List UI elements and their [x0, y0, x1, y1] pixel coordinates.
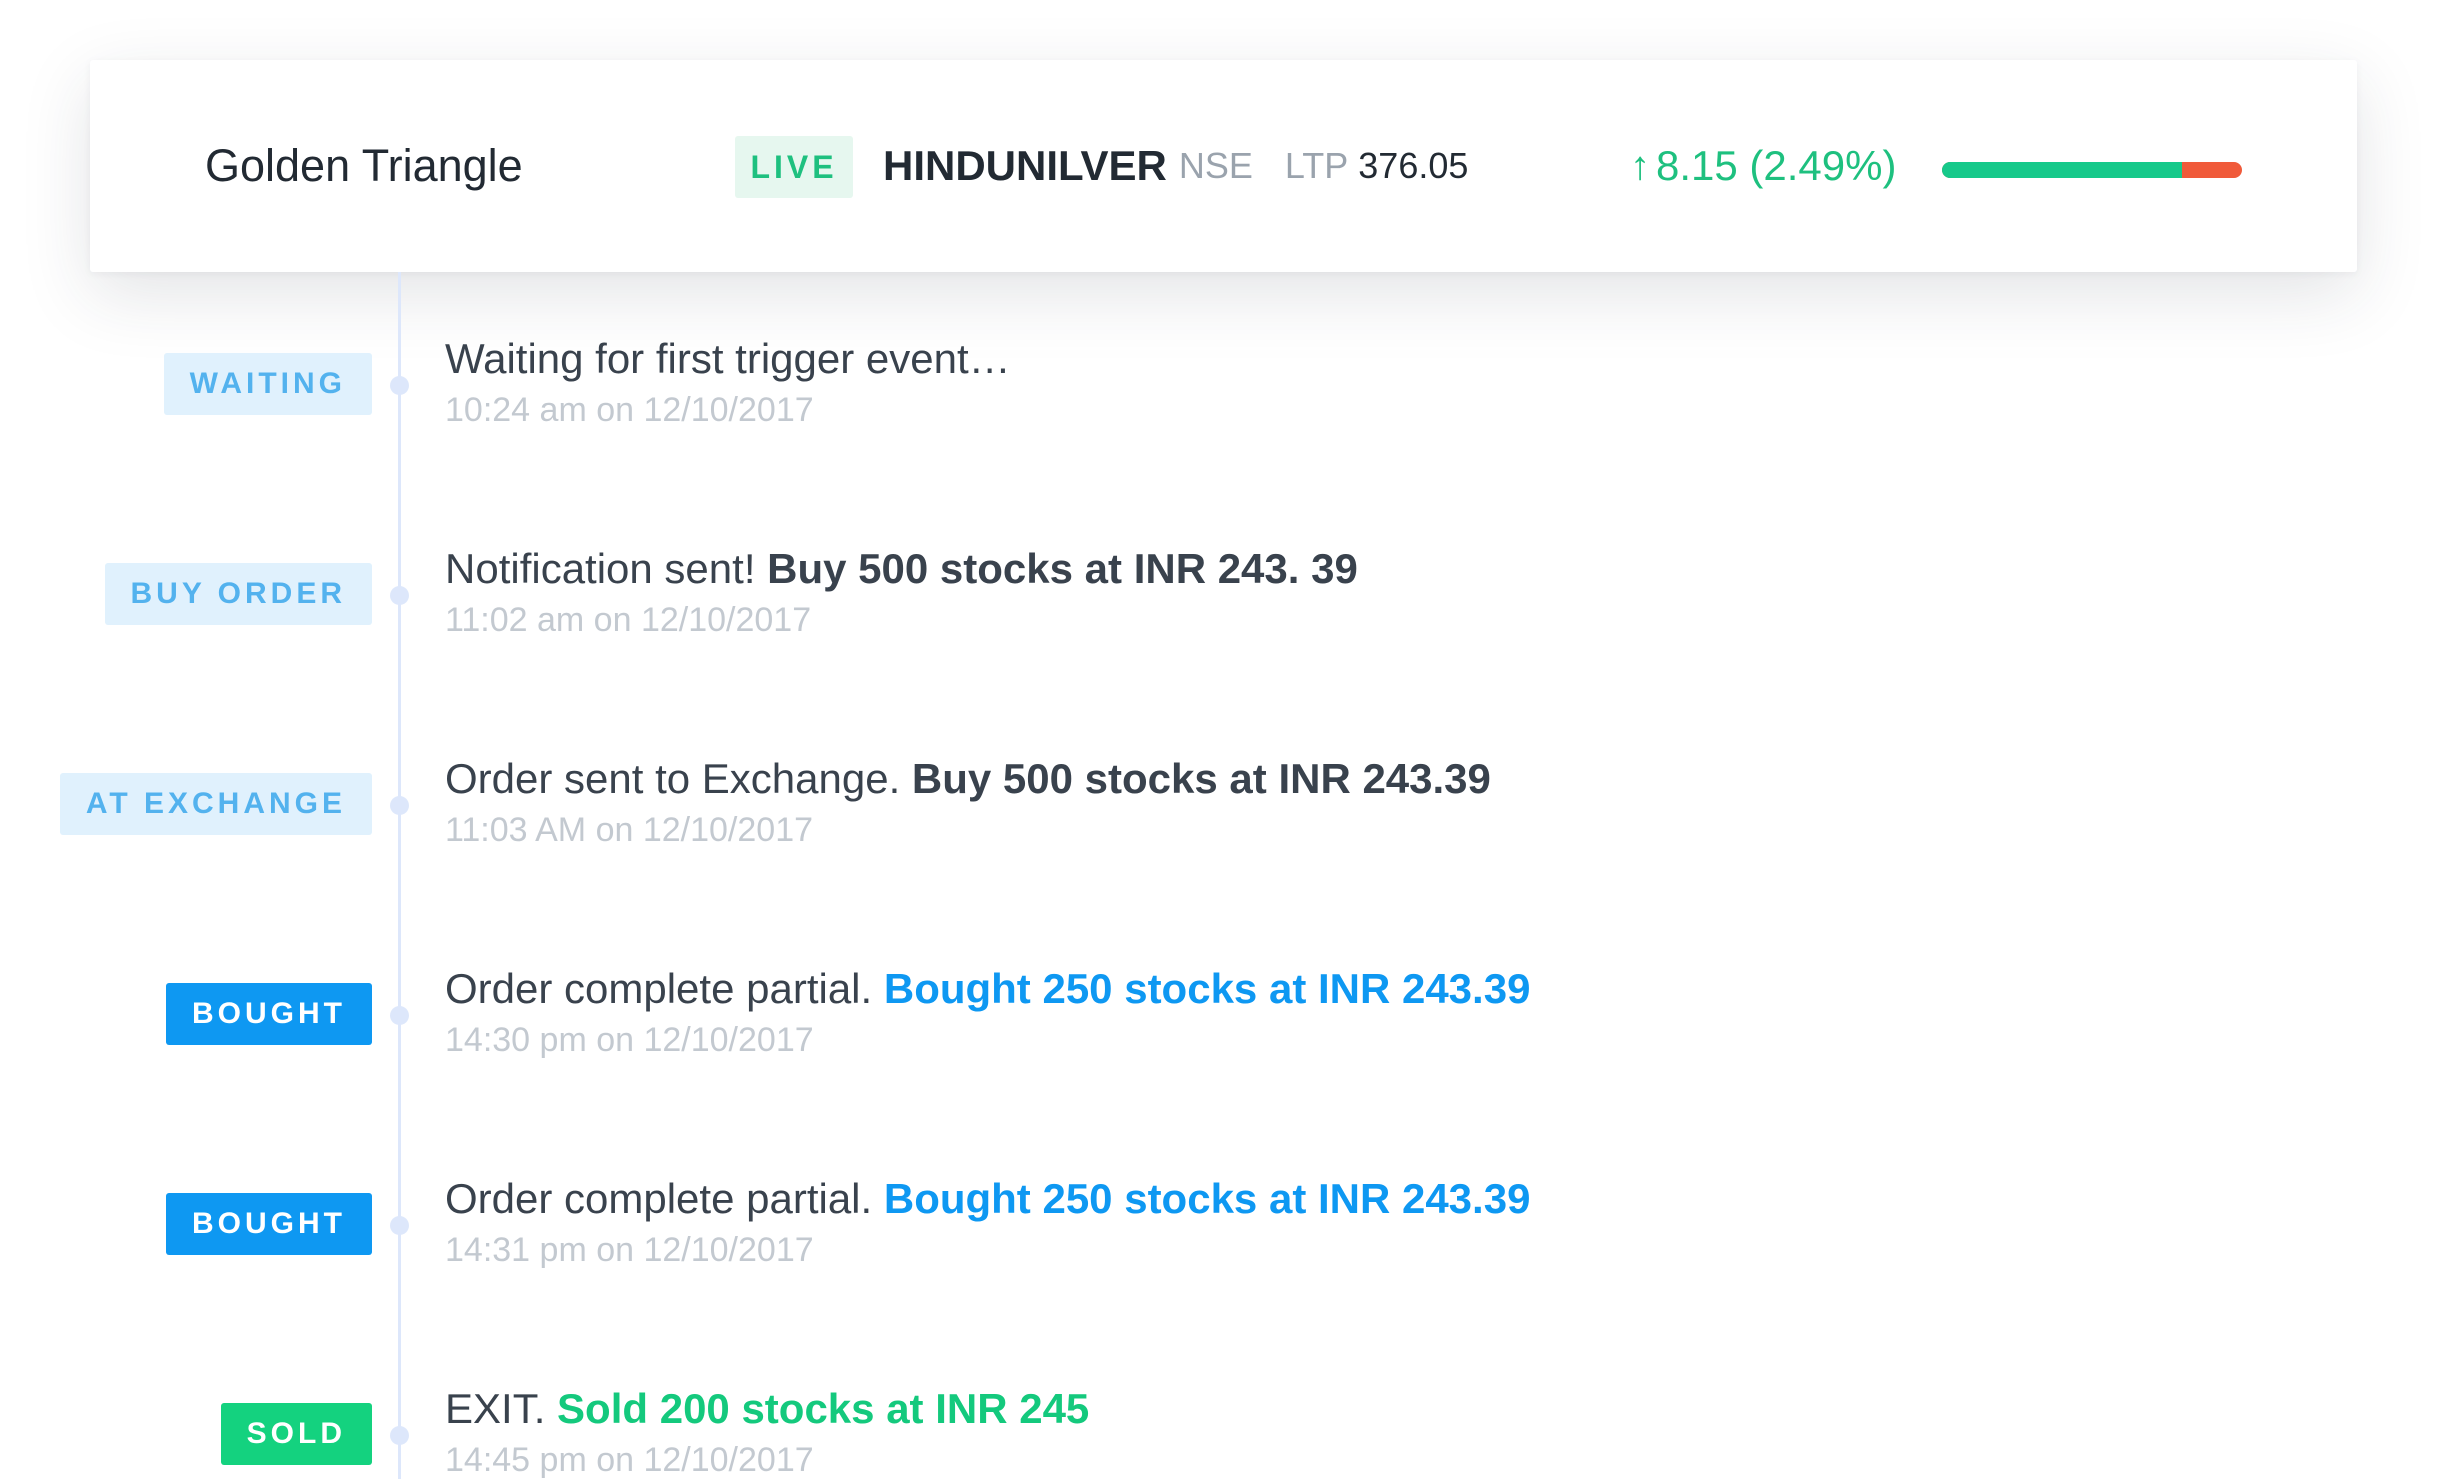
- ltp-label: LTP: [1284, 145, 1349, 186]
- price-change: ↑ 8.15 (2.49%): [1630, 60, 1896, 272]
- event-message-detail: Buy 500 stocks at INR 243. 39: [767, 545, 1358, 592]
- event-message-detail: Buy 500 stocks at INR 243.39: [911, 755, 1491, 802]
- status-badge-buy-order: BUY ORDER: [104, 563, 372, 625]
- event-message: Notification sent! Buy 500 stocks at INR…: [445, 545, 1358, 593]
- timeline-event: BUY ORDER Notification sent! Buy 500 sto…: [0, 545, 2445, 693]
- timeline-dot: [390, 1426, 409, 1445]
- strategy-title: Golden Triangle: [205, 140, 523, 191]
- event-message-detail: Bought 250 stocks at INR 243.39: [883, 1175, 1531, 1222]
- price-change-value: 8.15 (2.49%): [1656, 142, 1897, 189]
- event-message-text: Waiting for first trigger event…: [445, 335, 1011, 382]
- event-timestamp: 10:24 am on 12/10/2017: [445, 391, 814, 429]
- event-message: Order complete partial. Bought 250 stock…: [445, 965, 1530, 1013]
- strategy-timeline-view: Golden Triangle LIVE HINDUNILVER NSE LTP…: [0, 0, 2445, 1479]
- timeline-dot: [390, 586, 409, 605]
- event-message: Waiting for first trigger event…: [445, 335, 1011, 383]
- event-message-text: Order complete partial.: [445, 1175, 884, 1222]
- event-message-text: Order sent to Exchange.: [445, 755, 912, 802]
- instrument-info: HINDUNILVER NSE LTP 376.05: [883, 60, 1468, 272]
- timeline-event: BOUGHT Order complete partial. Bought 25…: [0, 965, 2445, 1113]
- instrument-symbol[interactable]: HINDUNILVER: [883, 142, 1167, 190]
- timeline-dot: [390, 796, 409, 815]
- day-range-gain-fill: [1942, 162, 2182, 178]
- event-message: EXIT. Sold 200 stocks at INR 245: [445, 1385, 1089, 1433]
- status-badge-sold: SOLD: [220, 1403, 372, 1465]
- timeline-event: WAITING Waiting for first trigger event……: [0, 335, 2445, 483]
- event-message-text: Notification sent!: [445, 545, 768, 592]
- event-message: Order complete partial. Bought 250 stock…: [445, 1175, 1530, 1223]
- event-timestamp: 11:03 AM on 12/10/2017: [445, 811, 814, 849]
- event-message-text: EXIT.: [445, 1385, 558, 1432]
- event-message-detail: Sold 200 stocks at INR 245: [557, 1385, 1090, 1432]
- timeline-dot: [390, 1006, 409, 1025]
- live-status-badge: LIVE: [735, 136, 853, 198]
- timeline-dot: [390, 1216, 409, 1235]
- event-timestamp: 14:31 pm on 12/10/2017: [445, 1231, 814, 1269]
- event-message-detail: Bought 250 stocks at INR 243.39: [883, 965, 1531, 1012]
- event-timestamp: 11:02 am on 12/10/2017: [445, 601, 812, 639]
- status-badge-at-exchange: AT EXCHANGE: [59, 773, 372, 835]
- status-badge-bought: BOUGHT: [166, 983, 372, 1045]
- status-badge-waiting: WAITING: [163, 353, 372, 415]
- event-message-text: Order complete partial.: [445, 965, 884, 1012]
- timeline-event: SOLD EXIT. Sold 200 stocks at INR 245 14…: [0, 1385, 2445, 1479]
- status-badge-bought: BOUGHT: [166, 1193, 372, 1255]
- strategy-header-card: Golden Triangle LIVE HINDUNILVER NSE LTP…: [90, 60, 2357, 272]
- ltp-value: 376.05: [1358, 145, 1469, 186]
- day-range-bar: [1942, 162, 2242, 178]
- timeline-dot: [390, 376, 409, 395]
- instrument-exchange: NSE: [1178, 145, 1253, 186]
- event-timestamp: 14:45 pm on 12/10/2017: [445, 1441, 814, 1479]
- timeline-event: BOUGHT Order complete partial. Bought 25…: [0, 1175, 2445, 1323]
- timeline-event: AT EXCHANGE Order sent to Exchange. Buy …: [0, 755, 2445, 903]
- event-timestamp: 14:30 pm on 12/10/2017: [445, 1021, 814, 1059]
- arrow-up-icon: ↑: [1630, 143, 1650, 188]
- event-message: Order sent to Exchange. Buy 500 stocks a…: [445, 755, 1491, 803]
